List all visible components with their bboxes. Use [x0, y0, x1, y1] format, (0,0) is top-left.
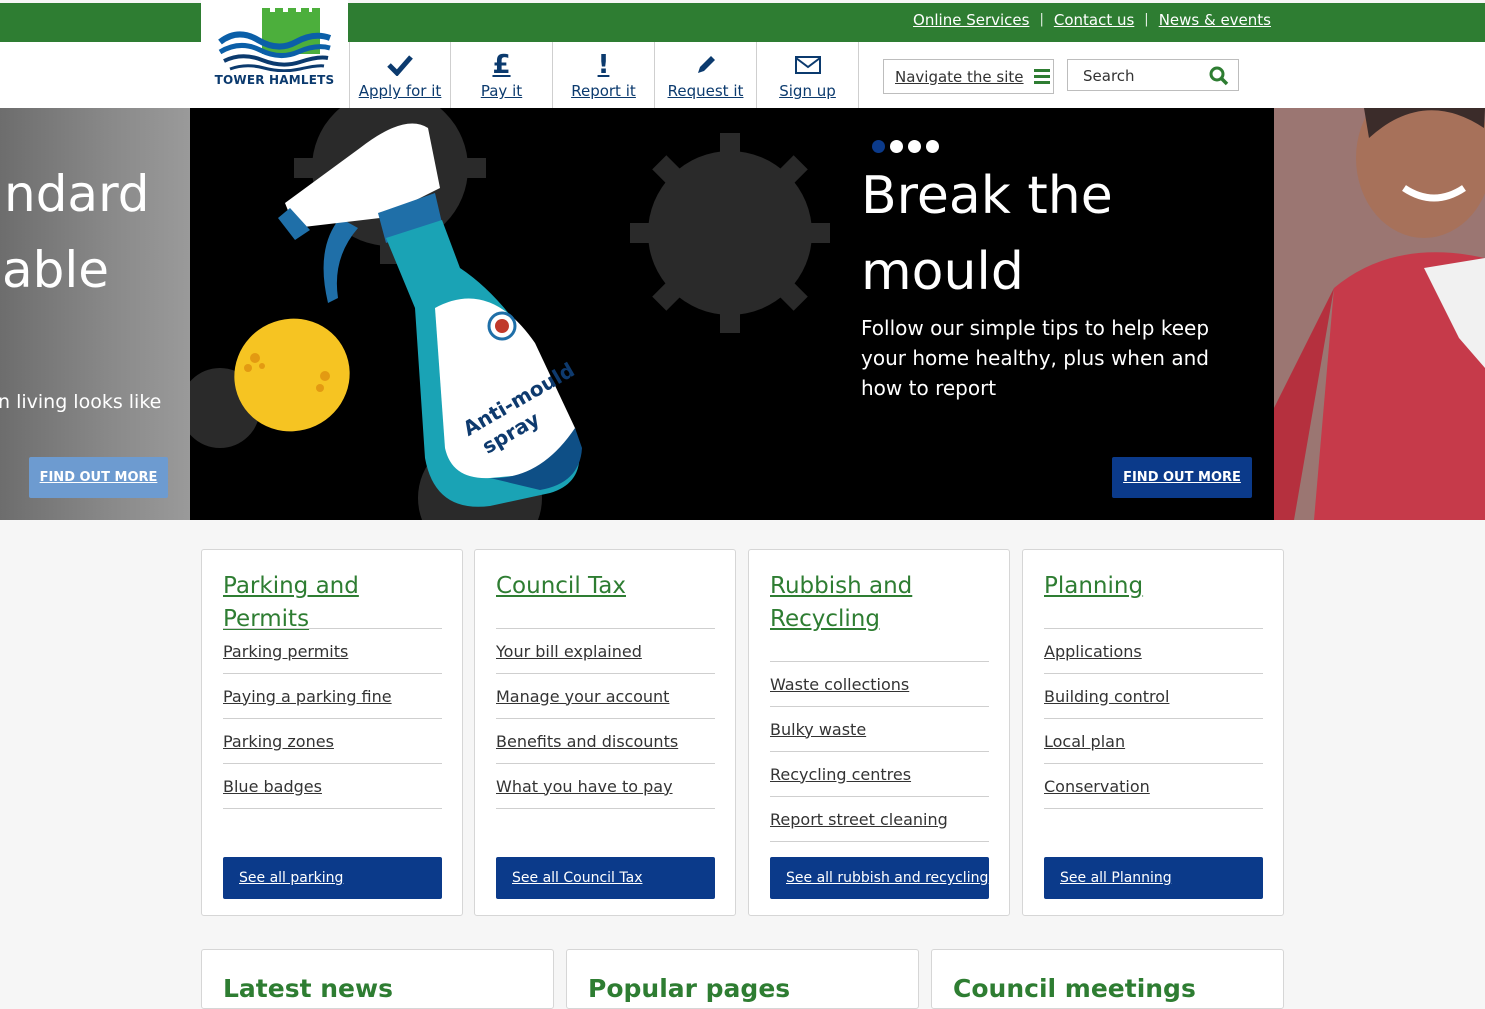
see-all-parking-button[interactable]: See all parking: [223, 857, 442, 899]
panel-title: Council meetings: [953, 974, 1196, 1003]
quick-nav-label: Apply for it: [358, 82, 442, 100]
card-title[interactable]: Council Tax: [496, 570, 716, 603]
planning-card: Planning Applications Building control L…: [1022, 549, 1284, 916]
card-link[interactable]: Applications: [1044, 629, 1263, 674]
carousel-dot-2[interactable]: [890, 140, 903, 153]
previous-find-out-more-button[interactable]: FIND OUT MORE: [29, 457, 168, 498]
see-all-rubbish-button[interactable]: See all rubbish and recycling: [770, 857, 989, 899]
separator: |: [1039, 12, 1044, 27]
card-link[interactable]: Paying a parking fine: [223, 674, 442, 719]
quick-actions-nav: Apply for it £ Pay it ! Report it Reques…: [349, 42, 859, 108]
see-all-council-tax-button[interactable]: See all Council Tax: [496, 857, 715, 899]
card-title[interactable]: Parking and Permits: [223, 570, 443, 636]
card-links: Applications Building control Local plan…: [1044, 628, 1263, 809]
navigate-site-label: Navigate the site: [895, 67, 1024, 86]
card-link[interactable]: Bulky waste: [770, 707, 989, 752]
quick-nav-label: Sign up: [779, 82, 836, 100]
card-link[interactable]: Local plan: [1044, 719, 1263, 764]
quick-nav-label: Request it: [667, 82, 744, 100]
slide-description: Follow our simple tips to help keep your…: [861, 316, 1210, 400]
logo-text: TOWER HAMLETS: [214, 73, 335, 87]
search-input[interactable]: [1068, 60, 1215, 92]
card-link[interactable]: Recycling centres: [770, 752, 989, 797]
quick-nav-label: Report it: [571, 82, 636, 100]
pay-it-link[interactable]: £ Pay it: [451, 42, 553, 108]
see-all-planning-button[interactable]: See all Planning: [1044, 857, 1263, 899]
exclamation-icon: !: [597, 50, 610, 80]
card-link[interactable]: Conservation: [1044, 764, 1263, 809]
card-link[interactable]: Report street cleaning: [770, 797, 989, 842]
parking-permits-card: Parking and Permits Parking permits Payi…: [201, 549, 463, 916]
report-it-link[interactable]: ! Report it: [553, 42, 655, 108]
card-link[interactable]: Building control: [1044, 674, 1263, 719]
envelope-icon: [794, 50, 822, 80]
latest-news-panel: Latest news: [201, 949, 554, 1009]
previous-slide-heading: able: [2, 241, 110, 299]
panel-title: Latest news: [223, 974, 393, 1003]
person-photo: [1274, 108, 1485, 520]
previous-slide-text: n living looks like: [0, 391, 162, 413]
online-services-link[interactable]: Online Services: [913, 11, 1029, 29]
card-link[interactable]: Manage your account: [496, 674, 715, 719]
card-link[interactable]: Parking permits: [223, 629, 442, 674]
card-links: Parking permits Paying a parking fine Pa…: [223, 628, 442, 809]
pencil-icon: [694, 50, 718, 80]
apply-for-it-link[interactable]: Apply for it: [349, 42, 451, 108]
request-it-link[interactable]: Request it: [655, 42, 757, 108]
castle-waves-icon: [218, 8, 331, 72]
previous-slide[interactable]: ndard able n living looks like FIND OUT …: [0, 108, 190, 520]
search-icon[interactable]: [1209, 66, 1229, 90]
card-link[interactable]: Your bill explained: [496, 629, 715, 674]
card-title[interactable]: Rubbish and Recycling: [770, 570, 990, 636]
pound-icon: £: [492, 50, 511, 80]
carousel-dot-3[interactable]: [908, 140, 921, 153]
council-tax-card: Council Tax Your bill explained Manage y…: [474, 549, 736, 916]
navigate-site-button[interactable]: Navigate the site: [883, 59, 1054, 94]
contact-us-link[interactable]: Contact us: [1054, 11, 1134, 29]
checkmark-icon: [386, 50, 414, 80]
card-links: Waste collections Bulky waste Recycling …: [770, 661, 989, 842]
next-slide[interactable]: [1274, 108, 1485, 520]
card-link[interactable]: Benefits and discounts: [496, 719, 715, 764]
separator: |: [1144, 12, 1149, 27]
council-meetings-panel: Council meetings: [931, 949, 1284, 1009]
card-link[interactable]: Blue badges: [223, 764, 442, 809]
carousel-dot-4[interactable]: [926, 140, 939, 153]
tower-hamlets-logo[interactable]: TOWER HAMLETS: [201, 0, 348, 108]
panel-title: Popular pages: [588, 974, 791, 1003]
carousel-dot-1[interactable]: [872, 140, 885, 153]
current-slide: Anti-mould spray Break the mould Follow …: [190, 108, 1274, 520]
quick-nav-label: Pay it: [480, 82, 523, 100]
slide-title: Break the mould: [861, 166, 1113, 302]
find-out-more-button[interactable]: FIND OUT MORE: [1112, 457, 1252, 498]
card-link[interactable]: Parking zones: [223, 719, 442, 764]
news-events-link[interactable]: News & events: [1159, 11, 1271, 29]
anti-mould-spray-illustration: Anti-mould spray: [190, 108, 830, 520]
carousel-dots: [872, 140, 939, 153]
card-title[interactable]: Planning: [1044, 570, 1264, 603]
card-link[interactable]: What you have to pay: [496, 764, 715, 809]
previous-slide-heading: ndard: [4, 165, 150, 223]
sign-up-link[interactable]: Sign up: [757, 42, 859, 108]
card-link[interactable]: Waste collections: [770, 662, 989, 707]
search-box: [1067, 59, 1239, 92]
hamburger-icon: [1033, 69, 1050, 84]
popular-pages-panel: Popular pages: [566, 949, 919, 1009]
rubbish-recycling-card: Rubbish and Recycling Waste collections …: [748, 549, 1010, 916]
card-links: Your bill explained Manage your account …: [496, 628, 715, 809]
top-links: Online Services | Contact us | News & ev…: [913, 0, 1271, 39]
hero-carousel: ndard able n living looks like FIND OUT …: [0, 108, 1485, 520]
